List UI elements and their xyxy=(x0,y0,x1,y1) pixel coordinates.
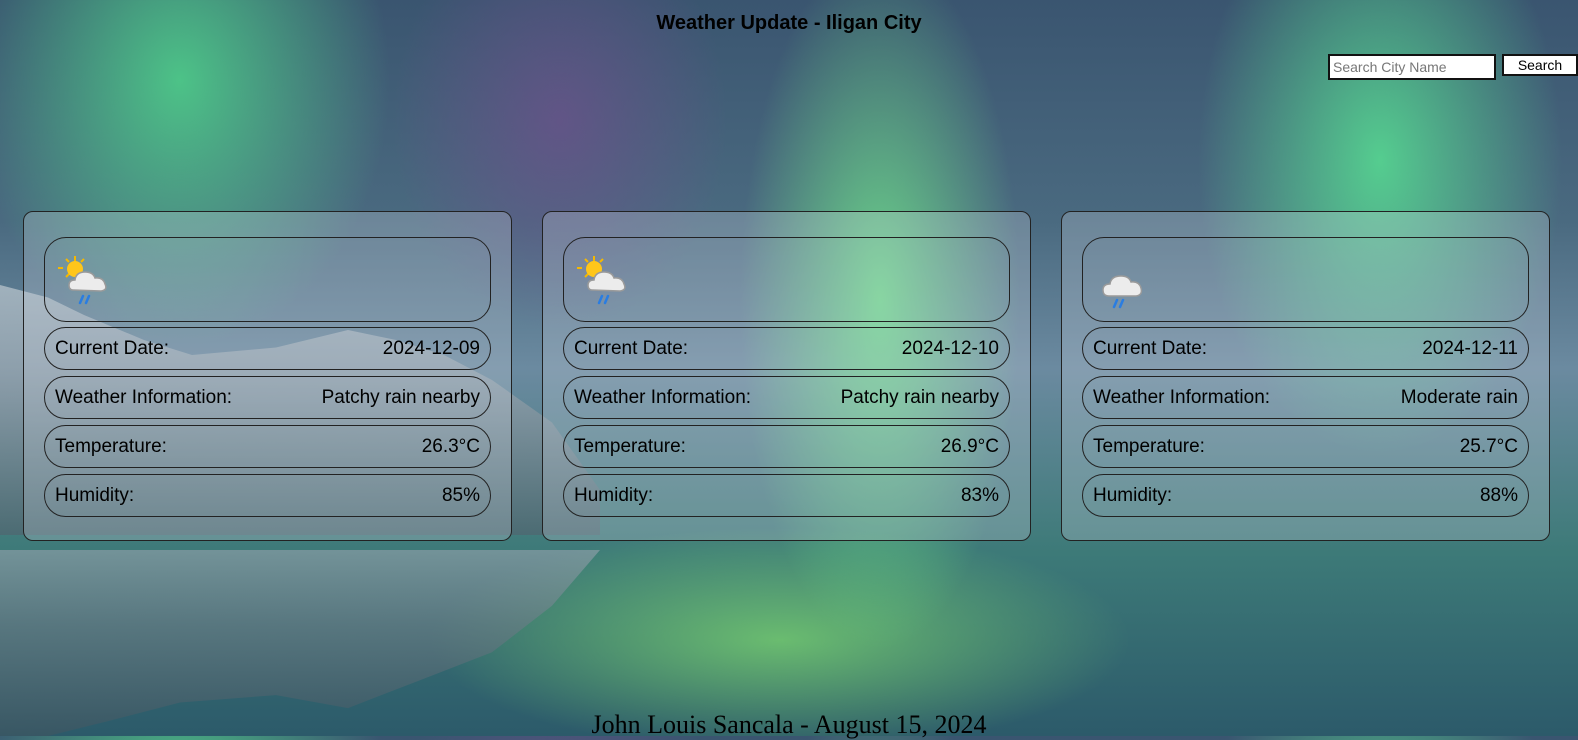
humidity-row: Humidity: 83% xyxy=(563,474,1010,517)
weather-icon-box xyxy=(1082,237,1529,322)
date-row: Current Date: 2024-12-11 xyxy=(1082,327,1529,370)
forecast-card-day-1: Current Date: 2024-12-09 Weather Informa… xyxy=(23,211,512,541)
temperature-label: Temperature: xyxy=(574,435,686,457)
date-row: Current Date: 2024-12-10 xyxy=(563,327,1010,370)
weather-info-label: Weather Information: xyxy=(574,386,752,408)
temperature-value: 25.7°C xyxy=(1459,435,1518,457)
temperature-value: 26.9°C xyxy=(940,435,999,457)
humidity-row: Humidity: 85% xyxy=(44,474,491,517)
date-label: Current Date: xyxy=(1093,337,1208,359)
date-value: 2024-12-10 xyxy=(901,337,999,359)
weather-info-value: Patchy rain nearby xyxy=(321,386,480,408)
weather-icon-box xyxy=(563,237,1010,322)
date-value: 2024-12-09 xyxy=(382,337,480,359)
temperature-row: Temperature: 26.3°C xyxy=(44,425,491,468)
humidity-label: Humidity: xyxy=(574,484,654,506)
humidity-value: 88% xyxy=(1479,484,1518,506)
date-label: Current Date: xyxy=(574,337,689,359)
humidity-label: Humidity: xyxy=(55,484,135,506)
humidity-label: Humidity: xyxy=(1093,484,1173,506)
patchy-rain-icon xyxy=(577,256,626,305)
patchy-rain-icon xyxy=(58,256,107,305)
weather-info-value: Moderate rain xyxy=(1400,386,1518,408)
temperature-label: Temperature: xyxy=(55,435,167,457)
weather-info-row: Weather Information: Moderate rain xyxy=(1082,376,1529,419)
weather-info-label: Weather Information: xyxy=(55,386,233,408)
humidity-row: Humidity: 88% xyxy=(1082,474,1529,517)
search-input[interactable] xyxy=(1328,54,1496,80)
search-button[interactable]: Search xyxy=(1502,54,1578,76)
background-mountain-reflection xyxy=(0,550,600,736)
temperature-row: Temperature: 25.7°C xyxy=(1082,425,1529,468)
forecast-card-day-2: Current Date: 2024-12-10 Weather Informa… xyxy=(542,211,1031,541)
forecast-card-day-3: Current Date: 2024-12-11 Weather Informa… xyxy=(1061,211,1550,541)
temperature-row: Temperature: 26.9°C xyxy=(563,425,1010,468)
humidity-value: 83% xyxy=(960,484,999,506)
moderate-rain-icon xyxy=(1102,275,1143,309)
temperature-label: Temperature: xyxy=(1093,435,1205,457)
weather-info-label: Weather Information: xyxy=(1093,386,1271,408)
weather-icon-box xyxy=(44,237,491,322)
temperature-value: 26.3°C xyxy=(421,435,480,457)
humidity-value: 85% xyxy=(441,484,480,506)
date-row: Current Date: 2024-12-09 xyxy=(44,327,491,370)
page-title: Weather Update - Iligan City xyxy=(656,12,922,34)
date-label: Current Date: xyxy=(55,337,170,359)
weather-info-row: Weather Information: Patchy rain nearby xyxy=(44,376,491,419)
weather-info-row: Weather Information: Patchy rain nearby xyxy=(563,376,1010,419)
search-bar: Search xyxy=(1328,54,1578,80)
weather-info-value: Patchy rain nearby xyxy=(840,386,999,408)
date-value: 2024-12-11 xyxy=(1422,337,1518,359)
